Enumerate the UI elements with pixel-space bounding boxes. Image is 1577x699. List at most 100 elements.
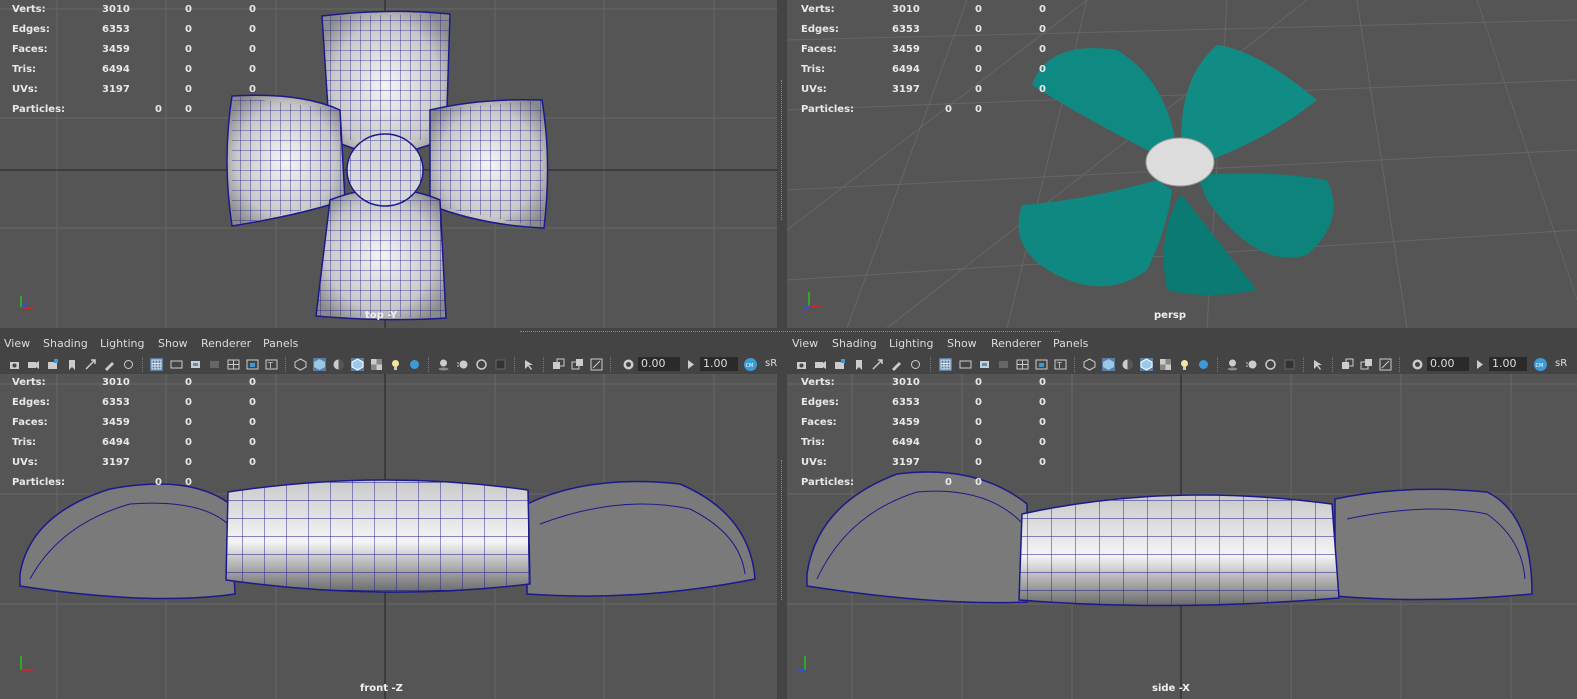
menu-renderer[interactable]: Renderer <box>991 337 1041 350</box>
gate-mask-icon[interactable] <box>208 358 221 371</box>
resolution-gate-icon[interactable] <box>978 358 991 371</box>
vertical-splitter[interactable] <box>777 0 787 699</box>
isolate-select-icon[interactable] <box>523 358 536 371</box>
wireframe-on-shaded-icon[interactable] <box>351 358 364 371</box>
menu-renderer[interactable]: Renderer <box>201 337 251 350</box>
screen-space-ao-icon[interactable] <box>437 358 450 371</box>
xray-joints-icon[interactable] <box>590 358 603 371</box>
use-all-lights-icon[interactable] <box>1178 358 1191 371</box>
use-default-material-icon[interactable] <box>332 358 345 371</box>
grease-pencil-icon[interactable] <box>103 358 116 371</box>
camera-name-label: side -X <box>1152 683 1190 694</box>
xray-active-components-icon[interactable] <box>571 358 584 371</box>
2d-pan-zoom-icon[interactable] <box>871 358 884 371</box>
wireframe-icon[interactable] <box>294 358 307 371</box>
multisample-aa-icon[interactable] <box>475 358 488 371</box>
field-chart-icon[interactable] <box>227 358 240 371</box>
stat-label: Edges: <box>801 24 839 35</box>
menu-lighting[interactable]: Lighting <box>889 337 933 350</box>
textured-icon[interactable] <box>370 358 383 371</box>
image-plane-icon[interactable] <box>65 358 78 371</box>
viewport-top[interactable]: Verts: 3010 0 0 Edges: 6353 0 0 Faces: 3… <box>0 0 777 328</box>
viewport-persp[interactable]: Verts: 3010 0 0 Edges: 6353 0 0 Faces: 3… <box>787 0 1577 328</box>
stat-value: 0 <box>975 84 982 95</box>
stat-label: Edges: <box>801 397 839 408</box>
smooth-shade-icon[interactable] <box>313 358 326 371</box>
menu-show[interactable]: Show <box>158 337 188 350</box>
gamma-field[interactable]: 1.00 <box>700 357 738 371</box>
grid-toggle-icon[interactable] <box>939 358 952 371</box>
grid-toggle-icon[interactable] <box>150 358 163 371</box>
stat-value: 3197 <box>892 457 920 468</box>
stat-label: UVs: <box>801 457 827 468</box>
axis-gizmo-icon <box>20 656 34 671</box>
film-gate-icon[interactable] <box>170 358 183 371</box>
screen-space-ao-icon[interactable] <box>1226 358 1239 371</box>
svg-text:CM: CM <box>1536 363 1544 369</box>
resolution-gate-icon[interactable] <box>189 358 202 371</box>
bookmark-icon[interactable] <box>46 358 59 371</box>
shadows-icon[interactable] <box>408 358 421 371</box>
shadows-icon[interactable] <box>1197 358 1210 371</box>
isolate-select-icon[interactable] <box>1312 358 1325 371</box>
gate-mask-icon[interactable] <box>997 358 1010 371</box>
stat-value: 0 <box>1039 397 1046 408</box>
field-chart-icon[interactable] <box>1016 358 1029 371</box>
safe-title-icon[interactable]: T <box>265 358 278 371</box>
menu-panels[interactable]: Panels <box>1053 337 1088 350</box>
grid-icon[interactable] <box>909 358 922 371</box>
xray-icon[interactable] <box>552 358 565 371</box>
2d-pan-zoom-icon[interactable] <box>84 358 97 371</box>
wireframe-on-shaded-icon[interactable] <box>1140 358 1153 371</box>
horizontal-splitter[interactable] <box>0 328 1577 335</box>
image-plane-icon[interactable] <box>852 358 865 371</box>
select-camera-icon[interactable] <box>8 358 21 371</box>
xray-joints-icon[interactable] <box>1379 358 1392 371</box>
color-management-icon[interactable]: CM <box>1533 357 1548 372</box>
select-camera-icon[interactable] <box>795 358 808 371</box>
exposure-field[interactable]: 0.00 <box>1427 357 1469 371</box>
viewport-front[interactable]: Verts: 3010 0 0 Edges: 6353 0 0 Faces: 3… <box>0 374 777 699</box>
color-management-icon[interactable]: CM <box>743 357 758 372</box>
gamma-icon[interactable] <box>1473 358 1486 371</box>
menu-view[interactable]: View <box>4 337 30 350</box>
menu-shading[interactable]: Shading <box>832 337 877 350</box>
toolbar-separator <box>1303 357 1306 372</box>
film-gate-icon[interactable] <box>959 358 972 371</box>
bookmark-icon[interactable] <box>833 358 846 371</box>
menu-panels[interactable]: Panels <box>263 337 298 350</box>
xray-active-components-icon[interactable] <box>1360 358 1373 371</box>
menu-show[interactable]: Show <box>947 337 977 350</box>
grease-pencil-icon[interactable] <box>890 358 903 371</box>
use-default-material-icon[interactable] <box>1121 358 1134 371</box>
textured-icon[interactable] <box>1159 358 1172 371</box>
gamma-icon[interactable] <box>684 358 697 371</box>
camera-attributes-icon[interactable] <box>27 358 40 371</box>
grid-icon[interactable] <box>122 358 135 371</box>
stat-value: 0 <box>975 64 982 75</box>
wireframe-icon[interactable] <box>1083 358 1096 371</box>
menu-shading[interactable]: Shading <box>43 337 88 350</box>
exposure-field[interactable]: 0.00 <box>638 357 680 371</box>
stat-value: 0 <box>975 397 982 408</box>
camera-attributes-icon[interactable] <box>814 358 827 371</box>
depth-of-field-icon[interactable] <box>1283 358 1296 371</box>
motion-blur-icon[interactable] <box>1245 358 1258 371</box>
exposure-icon[interactable] <box>1411 358 1424 371</box>
menu-view[interactable]: View <box>792 337 818 350</box>
safe-action-icon[interactable] <box>246 358 259 371</box>
stat-value: 0 <box>975 24 982 35</box>
gamma-field[interactable]: 1.00 <box>1489 357 1527 371</box>
multisample-aa-icon[interactable] <box>1264 358 1277 371</box>
motion-blur-icon[interactable] <box>456 358 469 371</box>
viewport-side[interactable]: Verts: 3010 0 0 Edges: 6353 0 0 Faces: 3… <box>787 374 1577 699</box>
safe-title-icon[interactable]: T <box>1054 358 1067 371</box>
smooth-shade-icon[interactable] <box>1102 358 1115 371</box>
safe-action-icon[interactable] <box>1035 358 1048 371</box>
toolbar-separator <box>610 357 613 372</box>
menu-lighting[interactable]: Lighting <box>100 337 144 350</box>
xray-icon[interactable] <box>1341 358 1354 371</box>
use-all-lights-icon[interactable] <box>389 358 402 371</box>
exposure-icon[interactable] <box>622 358 635 371</box>
depth-of-field-icon[interactable] <box>494 358 507 371</box>
